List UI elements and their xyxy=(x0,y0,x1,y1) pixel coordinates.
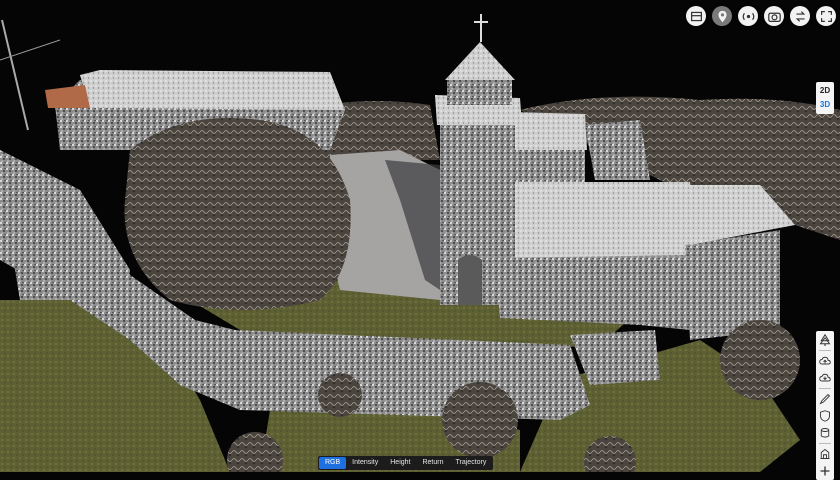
color-mode-bar: RGB Intensity Height Return Trajectory xyxy=(318,456,494,470)
cloud-up-button[interactable] xyxy=(818,354,832,368)
view-3d-option[interactable]: 3D xyxy=(820,98,830,112)
divider xyxy=(819,388,831,389)
building-tool-button[interactable] xyxy=(818,447,832,461)
divider xyxy=(819,350,831,351)
mode-return[interactable]: Return xyxy=(416,457,449,469)
swap-button[interactable] xyxy=(790,6,810,26)
draw-tool-button[interactable] xyxy=(818,392,832,406)
divider xyxy=(819,443,831,444)
broadcast-button[interactable] xyxy=(738,6,758,26)
view-2d-option[interactable]: 2D xyxy=(820,84,830,98)
plus-icon xyxy=(820,466,830,476)
location-pin-icon xyxy=(717,10,727,22)
mode-intensity[interactable]: Intensity xyxy=(346,457,384,469)
side-toolbar xyxy=(816,331,834,480)
camera-icon xyxy=(767,12,781,22)
fullscreen-button[interactable] xyxy=(816,6,836,26)
shield-tool-button[interactable] xyxy=(818,409,832,423)
mode-height[interactable]: Height xyxy=(384,457,416,469)
point-cloud-scene xyxy=(0,14,840,472)
cylinder-tool-button[interactable] xyxy=(818,426,832,440)
mode-rgb[interactable]: RGB xyxy=(319,457,347,469)
shield-icon xyxy=(820,410,830,422)
location-button[interactable] xyxy=(712,6,732,26)
zoom-in-button[interactable] xyxy=(818,464,832,478)
mode-trajectory[interactable]: Trajectory xyxy=(450,457,493,469)
draw-icon xyxy=(819,393,831,405)
cloud-down-button[interactable] xyxy=(818,371,832,385)
point-cloud-viewport[interactable] xyxy=(0,0,840,472)
view-toggle: 2D 3D xyxy=(816,82,834,114)
swap-icon xyxy=(795,10,805,22)
layers-button[interactable] xyxy=(686,6,706,26)
fullscreen-icon xyxy=(820,10,832,22)
cloud-down-icon xyxy=(819,373,831,382)
layers-icon xyxy=(690,11,702,21)
building-icon xyxy=(820,448,830,459)
cylinder-icon xyxy=(820,428,830,438)
tree-tool-button[interactable] xyxy=(818,333,832,347)
tree-icon xyxy=(819,334,831,346)
broadcast-icon xyxy=(742,12,754,20)
camera-button[interactable] xyxy=(764,6,784,26)
top-toolbar xyxy=(686,6,836,26)
cloud-up-icon xyxy=(819,356,831,365)
